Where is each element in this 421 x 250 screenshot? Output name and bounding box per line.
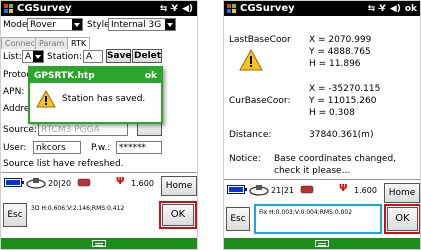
mode-value: Rover	[30, 20, 56, 30]
precision-readout: Fix H:0.003;V:0.004;RMS:0.002	[259, 209, 353, 216]
style-value: Internal 3G	[111, 20, 162, 30]
keyboard-icon[interactable]	[92, 240, 106, 247]
satellite-icon	[249, 185, 269, 196]
connectivity-icon[interactable]: ⇆	[160, 4, 168, 14]
ok-button[interactable]: OK	[387, 207, 418, 231]
esc-button[interactable]: Esc	[3, 203, 27, 227]
gps-status-bar: 20|20 Ψ 1.600 Home	[1, 172, 197, 196]
dialog-ok-button[interactable]: ok	[145, 71, 157, 81]
tab-rtk[interactable]: RTK	[67, 37, 91, 49]
title-ok-button[interactable]: ok	[405, 4, 420, 14]
source-refresh-button[interactable]	[137, 122, 162, 136]
precision-readout: 3D H:0.606;V:2.146;RMS:0.412	[31, 205, 125, 212]
user-label: User:	[3, 143, 27, 153]
source-label: Source:	[3, 125, 37, 135]
delete-button[interactable]: Delet	[132, 49, 162, 63]
app-title: CGSurvey	[17, 3, 72, 14]
battery-icon	[4, 178, 24, 187]
left-screen: CGSurvey ⇆ Y̶ ◀) Mode Rover Style Intern…	[0, 0, 198, 250]
cur-x-value: X = -35270.115	[309, 84, 381, 94]
antenna-icon: Ψ	[339, 183, 348, 194]
warning-icon	[239, 49, 263, 71]
esc-button[interactable]: Esc	[226, 207, 250, 231]
notice-label: Notice:	[229, 154, 261, 164]
signal-value: 1.600	[131, 179, 154, 188]
home-button[interactable]: Home	[161, 176, 197, 196]
app-title: CGSurvey	[240, 3, 295, 14]
dialog-title: GPSRTK.htp	[34, 70, 95, 81]
title-bar: CGSurvey ⇆ Y̶ ◀) ok	[224, 1, 420, 16]
password-input[interactable]: ******	[116, 141, 162, 154]
title-bar: CGSurvey ⇆ Y̶ ◀)	[1, 1, 197, 16]
list-label: List:	[3, 52, 22, 62]
windows-start-icon[interactable]	[227, 3, 237, 14]
last-base-label: LastBaseCoor	[229, 35, 291, 45]
style-select[interactable]: Internal 3G	[108, 18, 176, 31]
keyboard-icon[interactable]	[315, 240, 329, 247]
right-screen: CGSurvey ⇆ Y̶ ◀) ok LastBaseCoor X = 207…	[223, 0, 421, 250]
save-button[interactable]: Save	[106, 49, 132, 63]
last-h-value: H = 11.896	[309, 59, 361, 69]
list-value: A	[25, 52, 32, 62]
cur-h-value: H = 0.308	[309, 108, 355, 118]
apn-label: APN:	[3, 87, 25, 97]
bottom-bar	[1, 238, 197, 249]
antenna-icon: Ψ	[116, 176, 125, 187]
notice-line-2: check it please...	[274, 166, 351, 176]
mode-select[interactable]: Rover	[27, 18, 83, 31]
bottom-bar	[224, 238, 420, 249]
receiver-icon	[300, 185, 314, 194]
tab-param[interactable]: Param	[35, 37, 69, 49]
distance-value: 37840.361(m)	[309, 130, 374, 140]
windows-start-icon[interactable]	[4, 3, 14, 14]
receiver-icon	[77, 178, 91, 187]
station-input[interactable]: A	[83, 50, 103, 63]
satellite-icon	[26, 178, 46, 189]
satellite-count: 20|20	[48, 179, 72, 188]
user-input[interactable]: nkcors	[33, 141, 81, 154]
volume-icon[interactable]: ◀)	[390, 4, 401, 14]
dialog-message: Station has saved.	[62, 94, 146, 104]
ok-button[interactable]: OK	[162, 204, 194, 226]
signal-off-icon[interactable]: Y̶	[379, 4, 386, 14]
volume-icon[interactable]: ◀)	[182, 4, 193, 14]
source-input[interactable]: RTCM3 PGGA	[38, 123, 128, 136]
password-label: P.w.:	[91, 143, 111, 153]
list-select[interactable]: A	[22, 50, 44, 63]
signal-value: 1.600	[354, 186, 377, 195]
style-label: Style	[87, 20, 110, 30]
mode-label: Mode	[3, 20, 28, 30]
connectivity-icon[interactable]: ⇆	[368, 4, 376, 14]
signal-off-icon[interactable]: Y̶	[171, 4, 178, 14]
home-button[interactable]: Home	[384, 183, 420, 203]
satellite-count: 21|21	[271, 186, 295, 195]
cur-y-value: Y = 11015.260	[309, 96, 377, 106]
last-x-value: X = 2070.999	[309, 35, 372, 45]
last-y-value: Y = 4888.765	[309, 47, 371, 57]
message-dialog: GPSRTK.htp ok Station has saved.	[28, 66, 163, 124]
notice-line-1: Base coordinates changed,	[274, 154, 397, 164]
warning-icon	[36, 90, 56, 108]
cur-base-label: CurBaseCoor:	[229, 96, 291, 106]
gps-status-bar: 21|21 Ψ 1.600 Home	[224, 179, 420, 203]
status-message: Source list have refreshed.	[3, 159, 124, 169]
station-label: Station:	[47, 52, 83, 62]
battery-icon	[227, 185, 247, 194]
distance-label: Distance:	[229, 130, 272, 140]
